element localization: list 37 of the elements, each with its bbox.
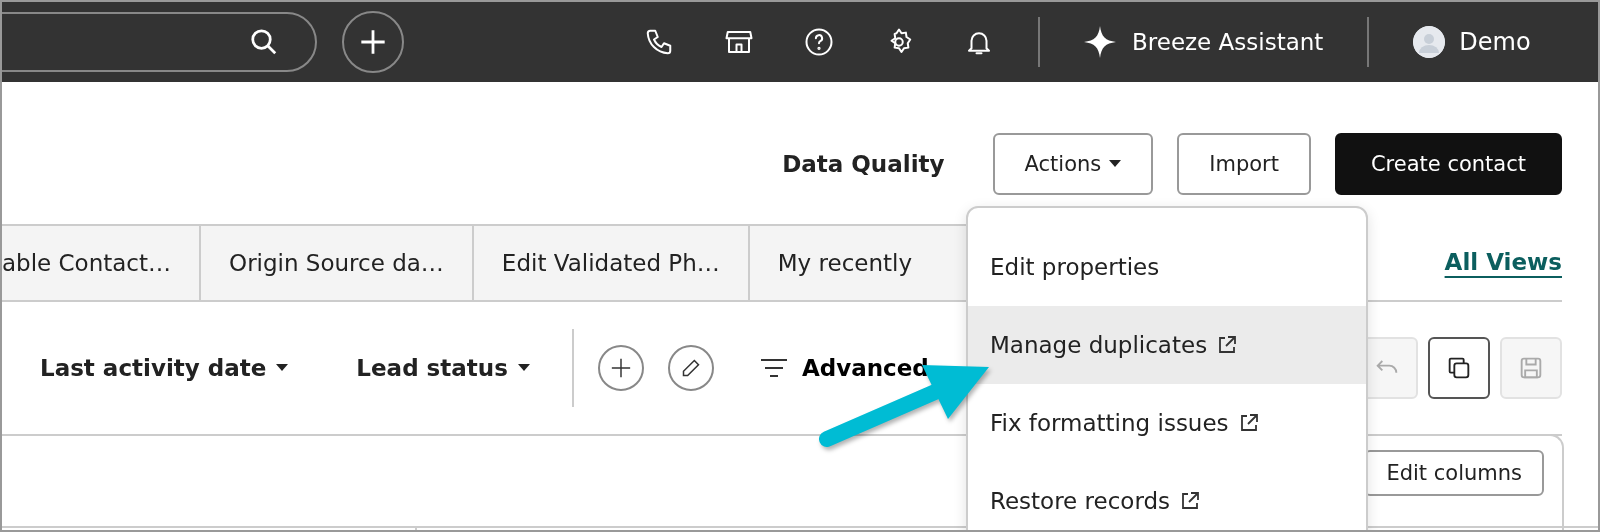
external-link-icon	[1238, 413, 1259, 433]
view-tab[interactable]: Origin Source da…	[201, 224, 474, 300]
filter-dropdown[interactable]: Last activity date	[40, 355, 289, 381]
actions-button[interactable]: Actions	[992, 133, 1154, 195]
caret-icon	[276, 364, 289, 372]
sparkle-icon[interactable]	[1084, 26, 1116, 58]
external-link-icon	[1217, 335, 1238, 355]
all-views-link[interactable]: All Views	[1444, 249, 1562, 275]
user-name[interactable]: Demo	[1459, 28, 1531, 56]
view-tab[interactable]: Edit Validated Ph…	[473, 224, 750, 300]
search-icon[interactable]	[249, 27, 279, 57]
filter-dropdown[interactable]: Lead status	[356, 355, 530, 381]
filter-icon	[759, 358, 788, 378]
search-field[interactable]	[2, 12, 317, 72]
create-button[interactable]: Create contact	[1334, 133, 1562, 195]
edit-button[interactable]	[667, 345, 714, 391]
plus-icon	[609, 357, 632, 379]
plus-icon	[359, 28, 387, 56]
add-filter-button[interactable]	[597, 345, 644, 391]
pencil-icon	[680, 358, 701, 378]
menu-item[interactable]: Manage duplicates	[968, 306, 1366, 384]
add-button[interactable]	[342, 11, 404, 73]
help-icon[interactable]	[804, 27, 834, 57]
advanced-filters-button[interactable]: Advanced	[759, 355, 929, 381]
menu-item[interactable]: Restore records	[968, 462, 1366, 530]
caret-icon	[1109, 160, 1122, 168]
import-button[interactable]: Import	[1177, 133, 1311, 195]
page-title: Data Quality	[782, 151, 945, 177]
caret-icon	[517, 364, 530, 372]
assistant-label[interactable]: Breeze Assistant	[1132, 29, 1324, 55]
menu-item[interactable]: Fix formatting issues	[968, 384, 1366, 462]
copy-button[interactable]	[1428, 337, 1490, 399]
menu-item[interactable]: Edit properties	[968, 228, 1366, 306]
avatar-icon[interactable]	[1413, 26, 1446, 58]
view-tab[interactable]: able Contact…	[2, 224, 202, 300]
external-link-icon	[1180, 491, 1201, 511]
phone-icon[interactable]	[644, 27, 674, 57]
